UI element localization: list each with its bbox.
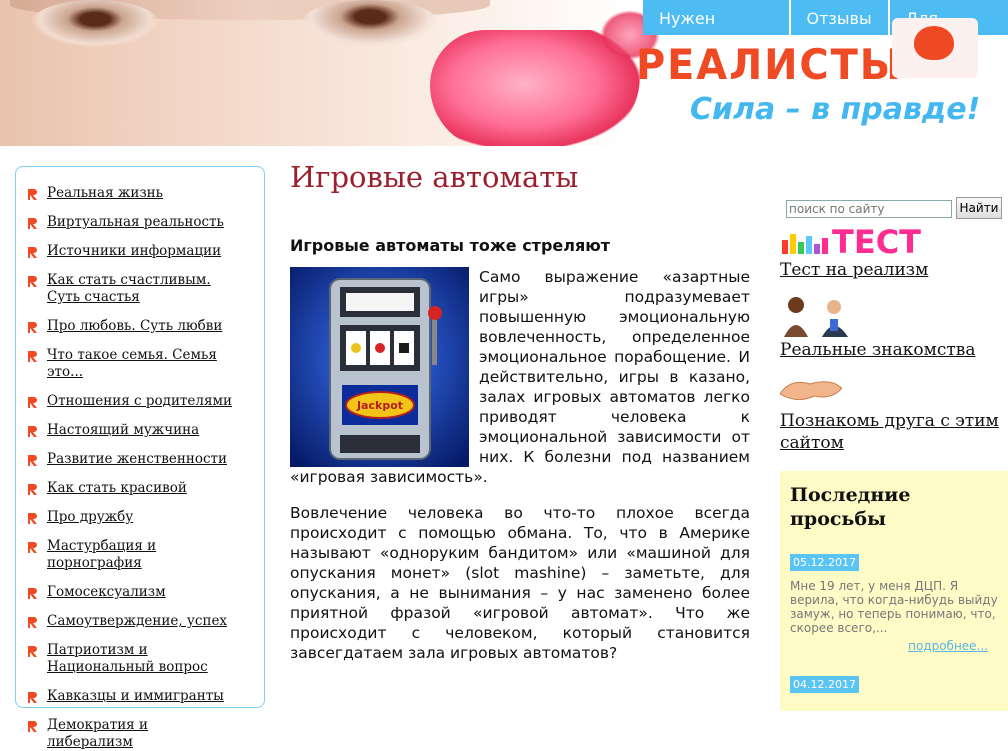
r-bullet-icon bbox=[28, 426, 37, 437]
search-button[interactable]: Найти bbox=[956, 197, 1002, 219]
banner-photo-left-eye bbox=[30, 0, 160, 48]
nav-reviews-button[interactable]: Отзывы bbox=[788, 0, 888, 35]
znak-link-wrap: Реальные знакомства bbox=[780, 340, 975, 360]
sidebar-link[interactable]: Отношения с родителями bbox=[47, 393, 237, 410]
handshake-icon bbox=[779, 381, 843, 400]
sidebar-link[interactable]: Самоутверждение, успех bbox=[47, 613, 237, 630]
sidebar-link[interactable]: Что такое семья. Семья это... bbox=[47, 347, 237, 381]
sidebar-menu: Реальная жизнь Виртуальная реальность Ис… bbox=[15, 166, 265, 750]
sidebar-link[interactable]: Про дружбу bbox=[47, 509, 237, 526]
sidebar-item[interactable]: Про любовь. Суть любви bbox=[16, 318, 264, 335]
site-logo-title[interactable]: РЕАЛИСТЫ bbox=[636, 40, 903, 89]
sidebar-item[interactable]: Что такое семья. Семья это... bbox=[16, 347, 264, 381]
r-bullet-icon bbox=[28, 646, 37, 657]
sidebar-link[interactable]: Настоящий мужчина bbox=[47, 422, 237, 439]
sidebar-link[interactable]: Реальная жизнь bbox=[47, 185, 237, 202]
sidebar-item[interactable]: Настоящий мужчина bbox=[16, 422, 264, 439]
r-bullet-icon bbox=[28, 397, 37, 408]
article-subtitle: Игровые автоматы тоже стреляют bbox=[290, 236, 611, 255]
request-date-badge: 04.12.2017 bbox=[790, 676, 859, 693]
sidebar-item[interactable]: Самоутверждение, успех bbox=[16, 613, 264, 630]
jackpot-text: Jackpot bbox=[356, 399, 403, 412]
request-text: Мне 19 лет, у меня ДЦП. Я верила, что ко… bbox=[790, 579, 998, 635]
main-content: Игровые автоматы Игровые автоматы тоже с… bbox=[290, 160, 750, 663]
people-image bbox=[782, 295, 872, 337]
couple-illustration bbox=[784, 297, 848, 337]
r-bullet-icon bbox=[28, 588, 37, 599]
sidebar-item[interactable]: Демократия и либерализм bbox=[16, 717, 264, 751]
test-bars-icon: ТЕСТ bbox=[782, 223, 921, 261]
sidebar-link[interactable]: Источники информации bbox=[47, 243, 237, 260]
sidebar-link[interactable]: Мастурбация и порнография bbox=[47, 538, 237, 572]
r-bullet-icon bbox=[28, 247, 37, 258]
heart-shape bbox=[914, 26, 954, 60]
request-more-link[interactable]: подробнее... bbox=[780, 639, 988, 653]
r-bullet-icon bbox=[28, 455, 37, 466]
slot-machine-image: Jackpot bbox=[290, 267, 469, 467]
nav-advice-button[interactable]: Нужен совет? bbox=[643, 0, 789, 66]
sidebar-item[interactable]: Патриотизм и Национальный вопрос bbox=[16, 642, 264, 676]
r-bullet-icon bbox=[28, 218, 37, 229]
test-logo-text: ТЕСТ bbox=[832, 224, 921, 256]
sidebar-item[interactable]: Источники информации bbox=[16, 243, 264, 260]
sidebar-link[interactable]: Как стать красивой bbox=[47, 480, 237, 497]
sidebar-item[interactable]: Отношения с родителями bbox=[16, 393, 264, 410]
share-friend-link[interactable]: Познакомь друга с этим сайтом bbox=[780, 411, 999, 453]
requests-title: Последние просьбы bbox=[790, 484, 911, 530]
page-title: Игровые автоматы bbox=[290, 160, 579, 194]
sidebar-link[interactable]: Виртуальная реальность bbox=[47, 214, 237, 231]
dating-link[interactable]: Реальные знакомства bbox=[780, 340, 975, 360]
sidebar-item[interactable]: Как стать красивой bbox=[16, 480, 264, 497]
search-input[interactable] bbox=[786, 200, 952, 218]
sidebar-link[interactable]: Демократия и либерализм bbox=[47, 717, 237, 751]
r-bullet-icon bbox=[28, 721, 37, 732]
r-bullet-icon bbox=[28, 276, 37, 287]
r-bullet-icon bbox=[28, 513, 37, 524]
sidebar-link[interactable]: Развитие женственности bbox=[47, 451, 237, 468]
r-bullet-icon bbox=[28, 542, 37, 553]
header-banner: Нужен совет? Отзывы Для писем РЕАЛИСТЫ С… bbox=[0, 0, 1008, 146]
sidebar-link[interactable]: Как стать счастливым. Суть счастья bbox=[47, 272, 237, 306]
test-logo[interactable]: ТЕСТ bbox=[782, 223, 927, 261]
r-bullet-icon bbox=[28, 484, 37, 495]
sidebar-item[interactable]: Мастурбация и порнография bbox=[16, 538, 264, 572]
logo-heart-icon[interactable] bbox=[892, 18, 978, 78]
sidebar-item[interactable]: Развитие женственности bbox=[16, 451, 264, 468]
sidebar-item[interactable]: Про дружбу bbox=[16, 509, 264, 526]
latest-requests-panel: Последние просьбы 05.12.2017 Мне 19 лет,… bbox=[780, 471, 1008, 711]
sidebar-item[interactable]: Виртуальная реальность bbox=[16, 214, 264, 231]
r-bullet-icon bbox=[28, 189, 37, 200]
banner-photo-right-eye bbox=[300, 0, 440, 48]
test-link-wrap: Тест на реализм bbox=[780, 260, 928, 280]
sidebar-link[interactable]: Про любовь. Суть любви bbox=[47, 318, 237, 335]
test-link[interactable]: Тест на реализм bbox=[780, 260, 928, 280]
site-slogan: Сила – в правде! bbox=[690, 92, 981, 127]
r-bullet-icon bbox=[28, 322, 37, 333]
slot-machine-illustration: Jackpot bbox=[290, 267, 469, 467]
sidebar-item[interactable]: Как стать счастливым. Суть счастья bbox=[16, 272, 264, 306]
sidebar-item[interactable]: Реальная жизнь bbox=[16, 185, 264, 202]
sidebar-link[interactable]: Патриотизм и Национальный вопрос bbox=[47, 642, 237, 676]
search-form: Найти bbox=[786, 197, 1002, 219]
friend-link-wrap: Познакомь друга с этим сайтом bbox=[780, 410, 1008, 454]
r-bullet-icon bbox=[28, 617, 37, 628]
hands-image bbox=[779, 374, 843, 404]
sidebar-list: Реальная жизнь Виртуальная реальность Ис… bbox=[16, 167, 264, 751]
article-paragraph-2: Вовлечение человека во что-то плохое все… bbox=[290, 504, 750, 662]
sidebar-link[interactable]: Гомосексуализм bbox=[47, 584, 237, 601]
r-bullet-icon bbox=[28, 351, 37, 362]
request-date-badge: 05.12.2017 bbox=[790, 554, 859, 571]
r-bullet-icon bbox=[28, 692, 37, 703]
sidebar-item[interactable]: Гомосексуализм bbox=[16, 584, 264, 601]
